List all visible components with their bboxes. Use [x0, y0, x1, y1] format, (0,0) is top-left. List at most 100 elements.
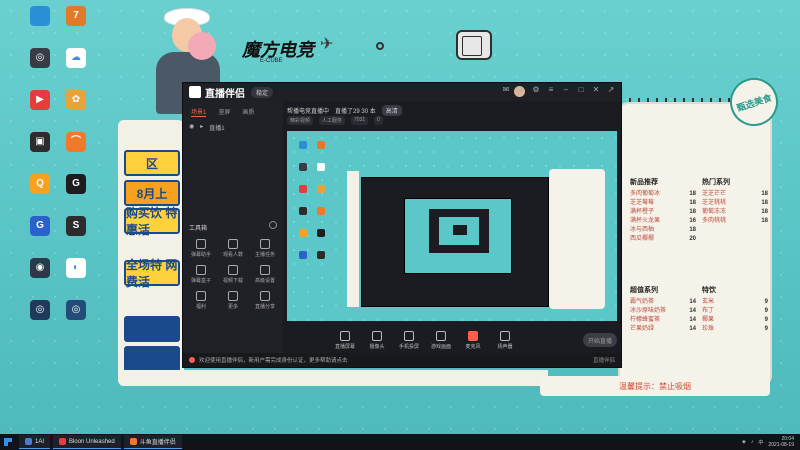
tool-button[interactable]: 弹幕盒子 — [187, 265, 215, 284]
menu-item-name: 西瓜椰椰 — [630, 236, 655, 242]
eye-icon[interactable]: ◉ — [189, 123, 194, 132]
menu-icon[interactable]: ≡ — [547, 86, 555, 94]
source-button[interactable]: 游戏画面 — [427, 330, 455, 350]
share-icon[interactable]: ↗ — [607, 86, 615, 94]
preview-icon — [317, 163, 325, 171]
bottom-banner — [118, 370, 548, 386]
desktop-icon[interactable]: ☁ — [58, 48, 94, 70]
retro-tv-icon — [456, 30, 492, 60]
desktop-icon[interactable]: ⌒ — [58, 132, 94, 154]
stream-chip[interactable]: 精彩视频 — [287, 116, 314, 125]
stream-chip[interactable]: 人工服务 — [319, 116, 346, 125]
source-label: 扬声器 — [497, 343, 513, 350]
menu-item-price: 18 — [689, 227, 696, 233]
menu-item-name: 柠檬蜂蜜茶 — [630, 317, 661, 323]
preview-icon — [299, 251, 307, 259]
tool-button[interactable]: 更多 — [219, 291, 247, 310]
minimize-icon[interactable]: – — [562, 86, 570, 94]
preview-menu-board — [549, 169, 605, 309]
desktop-icon[interactable]: ✿ — [58, 90, 94, 112]
stream-preview[interactable] — [287, 131, 617, 321]
tool-button[interactable]: 视频下载 — [219, 265, 247, 284]
start-live-button[interactable]: 开始直播 — [583, 333, 617, 347]
menu-column: 超值系列 霸气奶茶 14 冰沙原味奶茶 14 柠檬蜂蜜茶 14 芒果奶绿 14 — [630, 286, 696, 334]
desktop-icon[interactable]: S — [58, 216, 94, 238]
desktop-icon[interactable]: Q — [22, 174, 58, 196]
desktop-icon[interactable]: ◉ — [22, 258, 58, 280]
settings-icon[interactable]: ⚙ — [532, 86, 540, 94]
tool-button[interactable]: 高级设置 — [251, 265, 279, 284]
desktop-icon[interactable]: ▣ — [22, 132, 58, 154]
menu-item-price: 9 — [764, 317, 768, 323]
volume-icon[interactable]: ♪ — [751, 439, 754, 445]
maximize-icon[interactable]: □ — [577, 86, 585, 94]
taskbar-app[interactable]: Bloon Unleashed — [53, 435, 121, 449]
source-button[interactable]: 手机投屏 — [395, 330, 423, 350]
menu-item-price: 14 — [689, 308, 696, 314]
toolbox-settings-icon[interactable] — [269, 221, 277, 229]
menu-item-price: 14 — [689, 299, 696, 305]
desktop-icon[interactable] — [22, 6, 58, 28]
tool-label: 主播任务 — [254, 252, 275, 258]
menu-row: 葡萄冻冻 18 — [702, 208, 768, 217]
tab-portrait[interactable]: 竖屏 — [218, 107, 230, 117]
preview-icon — [299, 207, 307, 215]
system-tray: ◈ ♪ 中 20:04 2021-08-19 — [742, 434, 794, 450]
menu-item-name: 芝芝桃桃 — [702, 200, 727, 206]
menu-row: 西瓜椰椰 20 — [630, 235, 696, 244]
taskbar-app[interactable]: 斗鱼直播伴侣 — [123, 435, 182, 449]
app-mode-badge[interactable]: 稳定 — [251, 86, 274, 98]
tool-button[interactable]: 弹幕助手 — [187, 239, 215, 258]
menu-item-name: 满杯橙子 — [630, 209, 655, 215]
status-message[interactable]: 欢迎使用直播伴侣，新用户需完成身份认证，更多帮助请点击 — [199, 356, 348, 364]
source-button[interactable]: 麦克风 — [459, 330, 487, 350]
menu-item-name: 葡萄冻冻 — [702, 209, 727, 215]
desktop-icon[interactable]: ◎ — [22, 300, 58, 322]
tool-button[interactable]: 福利 — [187, 291, 215, 310]
scene-item[interactable]: ◉ ▸ 直播1 — [183, 120, 283, 135]
ime-icon[interactable]: 中 — [758, 439, 763, 446]
menu-row: 玄米 9 — [702, 298, 768, 307]
desktop-icon[interactable]: ▶ — [22, 90, 58, 112]
desktop-icon[interactable]: G — [58, 174, 94, 196]
tool-icon — [228, 239, 238, 249]
tool-icon — [228, 291, 238, 301]
start-button[interactable] — [0, 434, 16, 450]
menu-item-price: 18 — [761, 191, 768, 197]
bell-icon[interactable]: ♪ — [517, 86, 525, 94]
message-icon[interactable]: ✉ — [502, 86, 510, 94]
tool-button[interactable]: 观看人数 — [219, 239, 247, 258]
desktop-icon[interactable]: G — [22, 216, 58, 238]
window-controls: ✉ ♪ ⚙ ≡ – □ ✕ ↗ — [502, 86, 615, 94]
desktop-icon[interactable]: ◎ — [58, 300, 94, 322]
close-icon[interactable]: ✕ — [592, 86, 600, 94]
source-button[interactable]: 扬声器 — [491, 330, 519, 350]
menu-row: 芝芝莓莓 18 — [630, 199, 696, 208]
clock[interactable]: 20:04 2021-08-19 — [768, 436, 794, 448]
desktop-icon[interactable]: ◎ — [22, 48, 58, 70]
tool-button[interactable]: 直播分享 — [251, 291, 279, 310]
taskbar-app-icon — [129, 438, 137, 445]
desktop-icon[interactable]: 7 — [58, 6, 94, 28]
app-name: 直播伴侣 — [205, 88, 245, 100]
network-icon[interactable]: ◈ — [742, 439, 746, 445]
menu-item-price: 16 — [689, 218, 696, 224]
scene-name: 直播1 — [209, 126, 225, 132]
preview-icon — [299, 141, 307, 149]
tab-quality[interactable]: 画质 — [242, 107, 254, 117]
app-sidebar: 场景1 竖屏 画质 ◉ ▸ 直播1 工具箱 弹幕助手 观看人数 主播任务 弹幕盒子 视频… — [183, 101, 283, 353]
expand-icon[interactable]: ▸ — [200, 123, 203, 132]
tool-button[interactable]: 主播任务 — [251, 239, 279, 258]
menu-item-name: 芒果奶绿 — [630, 326, 655, 332]
stream-quality-badge[interactable]: 高清 — [381, 105, 402, 116]
streaming-app-window[interactable]: 直播伴侣 稳定 ✉ ♪ ⚙ ≡ – □ ✕ ↗ 场景1 竖屏 画质 ◉ ▸ 直播… — [182, 82, 622, 368]
tab-scene[interactable]: 场景1 — [191, 107, 207, 117]
source-button[interactable]: 摄像头 — [363, 330, 391, 350]
app-title-bar[interactable]: 直播伴侣 稳定 ✉ ♪ ⚙ ≡ – □ ✕ ↗ — [183, 83, 621, 101]
left-promo-banner: 区 8月上 购买饮 特惠活 全场特 网费活 新用户 充值活动 — [118, 120, 184, 380]
source-button[interactable]: 直播屏幕 — [331, 330, 359, 350]
recursive-preview-window — [361, 177, 549, 307]
preview-icon — [317, 229, 325, 237]
desktop-icon[interactable]: ◐ — [58, 258, 94, 280]
taskbar-app[interactable]: 1AI — [19, 435, 51, 449]
